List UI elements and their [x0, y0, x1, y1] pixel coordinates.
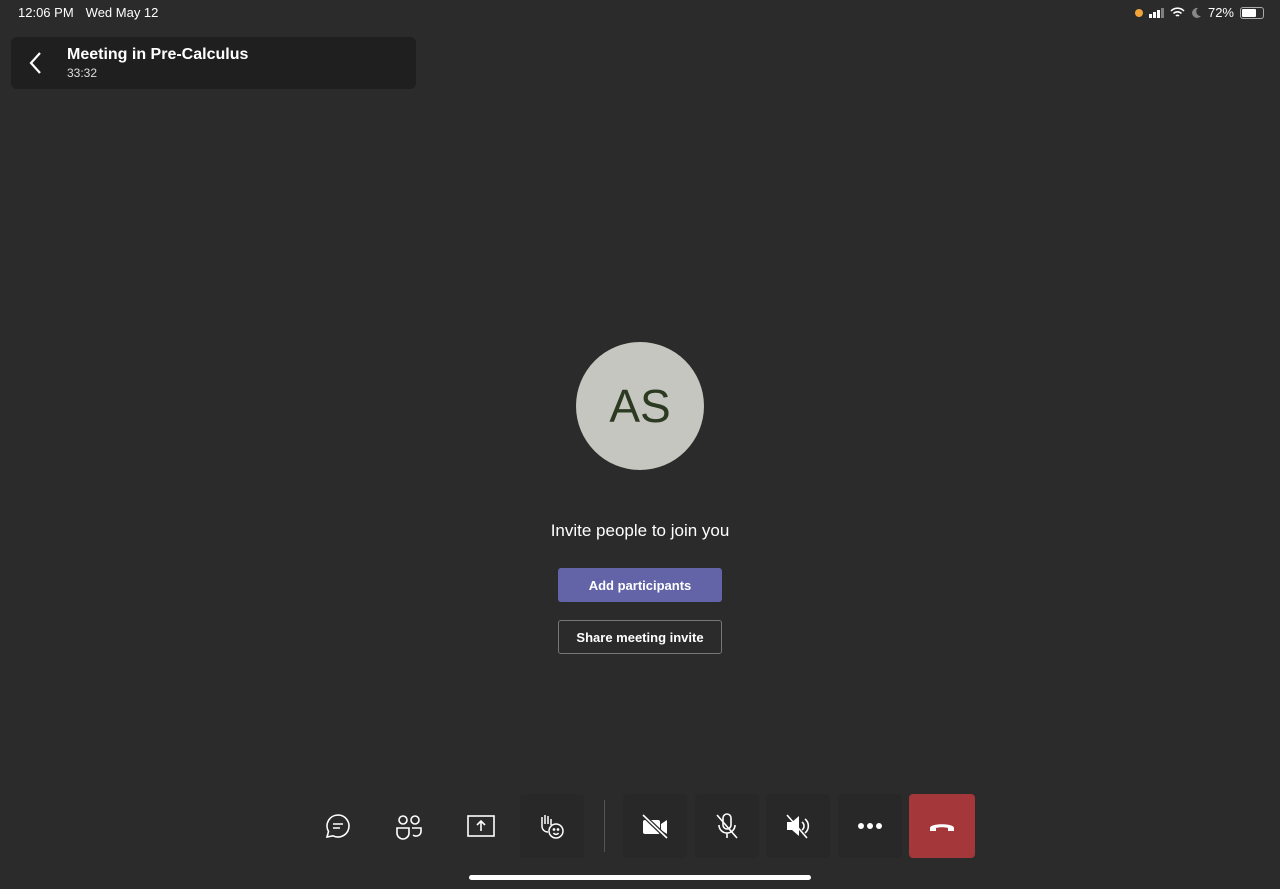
- people-icon: [396, 815, 422, 840]
- status-date: Wed May 12: [85, 5, 159, 20]
- chat-icon: [325, 814, 350, 839]
- toolbar-divider: [604, 800, 605, 852]
- microphone-toggle-button[interactable]: [695, 794, 759, 858]
- add-participants-button[interactable]: Add participants: [558, 568, 722, 602]
- status-time: 12:06 PM: [18, 5, 74, 20]
- participants-button[interactable]: [377, 794, 441, 858]
- raise-hand-emoji-icon: [541, 815, 564, 839]
- avatar: AS: [576, 342, 704, 470]
- reactions-button[interactable]: [520, 794, 584, 858]
- phone-hangup-icon: [930, 824, 954, 831]
- do-not-disturb-moon-icon: [1192, 7, 1201, 18]
- meeting-title: Meeting in Pre-Calculus: [67, 46, 249, 63]
- battery-icon: [1240, 6, 1264, 19]
- speaker-off-icon: [786, 814, 810, 839]
- camera-toggle-button[interactable]: [623, 794, 687, 858]
- mic-in-use-indicator-icon: [1134, 8, 1143, 17]
- status-bar-left: 12:06 PM Wed May 12: [18, 5, 158, 20]
- speaker-toggle-button[interactable]: [766, 794, 830, 858]
- chat-button[interactable]: [306, 794, 370, 858]
- back-chevron-icon[interactable]: [25, 50, 49, 76]
- battery-percent: 72%: [1207, 5, 1234, 20]
- wifi-icon: [1170, 7, 1185, 17]
- share-meeting-invite-button[interactable]: Share meeting invite: [558, 620, 722, 654]
- hang-up-button[interactable]: [909, 794, 975, 858]
- more-ellipsis-icon: [858, 823, 882, 829]
- share-screen-button[interactable]: [449, 794, 513, 858]
- status-bar-right: 72%: [1134, 5, 1264, 20]
- invite-text: Invite people to join you: [550, 521, 730, 540]
- home-indicator[interactable]: [469, 875, 811, 880]
- meeting-header: Meeting in Pre-Calculus 33:32: [11, 37, 416, 89]
- share-tray-icon: [467, 815, 495, 837]
- microphone-off-icon: [716, 813, 738, 839]
- meeting-timer: 33:32: [67, 66, 98, 80]
- camera-off-icon: [641, 813, 669, 840]
- cellular-signal-icon: [1148, 7, 1164, 18]
- more-options-button[interactable]: [838, 794, 902, 858]
